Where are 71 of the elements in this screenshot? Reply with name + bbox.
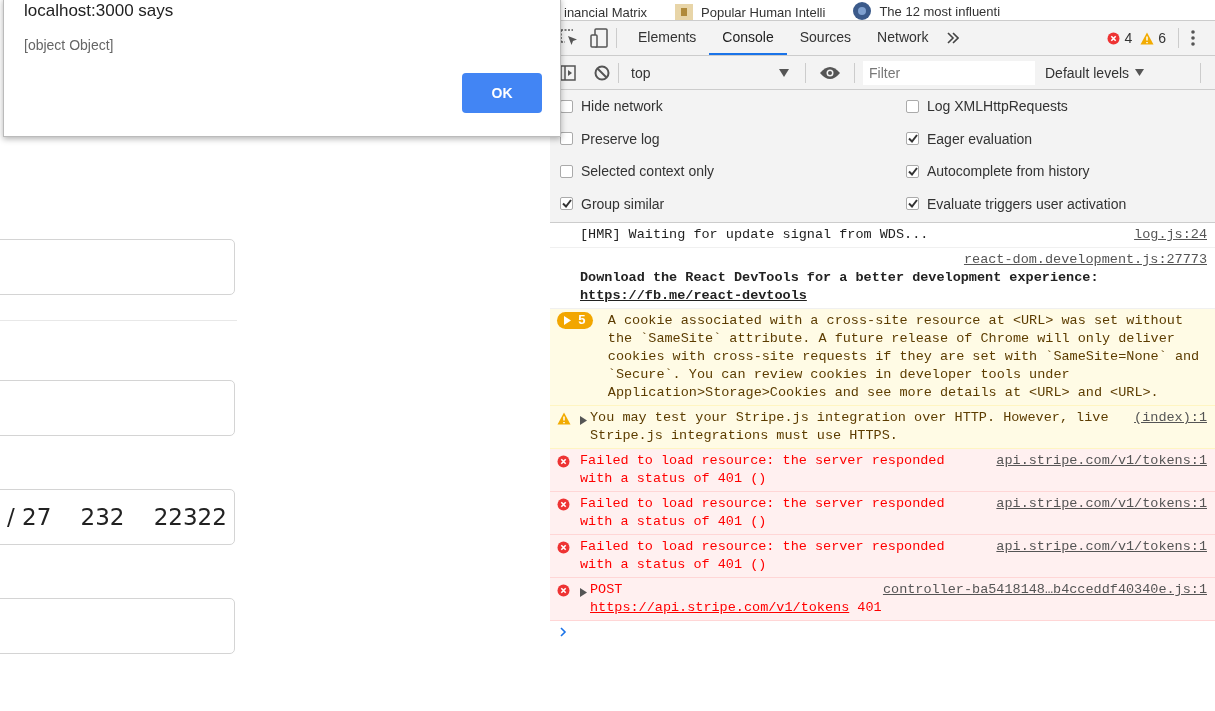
warning-icon xyxy=(557,412,571,425)
warning-icon xyxy=(1140,31,1155,45)
source-link[interactable]: controller-ba5418148…b4cceddf40340e.js:1 xyxy=(882,581,1207,599)
device-toolbar-icon[interactable] xyxy=(590,28,608,48)
more-options-icon[interactable] xyxy=(1191,30,1195,46)
error-icon xyxy=(557,455,570,468)
dropdown-icon[interactable] xyxy=(779,68,789,77)
source-link[interactable]: log.js:24 xyxy=(1134,226,1207,244)
setting-label: Autocomplete from history xyxy=(927,163,1090,180)
error-message: POST https://api.stripe.com/v1/tokens 401 xyxy=(590,582,882,615)
input-field[interactable]: / 27 232 22322 xyxy=(0,489,235,545)
error-icon xyxy=(557,541,570,554)
source-link[interactable]: api.stripe.com/v1/tokens:1 xyxy=(996,495,1207,513)
warning-message: You may test your Stripe.js integration over HTTP. However, live Stripe.js integrations must use HTTPS. xyxy=(590,410,1109,443)
bookmark-icon xyxy=(853,2,872,20)
devtools-tab[interactable]: Sources xyxy=(786,21,865,55)
context-selector[interactable]: top xyxy=(627,64,797,81)
log-message: Download the React DevTools for a better development experience: https://fb.me/react-devtools xyxy=(580,269,1100,305)
error-icon xyxy=(557,584,570,597)
ok-button[interactable]: OK xyxy=(462,73,542,113)
checkbox[interactable] xyxy=(906,197,919,211)
expand-triangle-icon[interactable] xyxy=(580,416,587,425)
checkbox[interactable] xyxy=(560,164,573,178)
clear-console-icon[interactable] xyxy=(594,64,610,81)
checkbox[interactable] xyxy=(906,99,919,113)
log-levels-dropdown[interactable]: Default levels xyxy=(1045,64,1145,81)
error-message: Failed to load resource: the server responded with a status of 401 () xyxy=(580,539,945,572)
filter-field[interactable]: Filter xyxy=(863,60,1035,85)
devtools-tab[interactable]: Network xyxy=(864,21,942,55)
checkbox[interactable] xyxy=(906,164,919,178)
expand-triangle-icon[interactable] xyxy=(580,588,587,597)
inspect-element-icon[interactable] xyxy=(560,29,578,47)
dialog-title: localhost:3000 says xyxy=(24,1,175,21)
setting-label: Log XMLHttpRequests xyxy=(927,98,1068,115)
warning-count[interactable]: 6 xyxy=(1158,30,1166,46)
prompt-icon[interactable] xyxy=(560,627,567,637)
log-message: [HMR] Waiting for update signal from WDS... xyxy=(580,227,929,242)
error-icon xyxy=(557,498,570,511)
setting-label: Selected context only xyxy=(581,163,715,180)
bookmark-icon xyxy=(675,4,694,20)
source-link[interactable]: (index):1 xyxy=(1134,409,1207,427)
input-field[interactable] xyxy=(0,239,235,295)
setting-label: Hide network xyxy=(581,98,663,115)
setting-label: Evaluate triggers user activation xyxy=(927,195,1127,212)
bookmark-link[interactable]: The 12 most influenti xyxy=(879,3,1001,19)
eye-icon[interactable] xyxy=(820,65,840,80)
source-link[interactable]: react-dom.development.js:27773 xyxy=(963,252,1207,267)
setting-label: Group similar xyxy=(581,195,665,212)
error-icon xyxy=(1107,31,1121,45)
input-field[interactable] xyxy=(0,380,235,436)
bookmark-link[interactable]: Popular Human Intelli xyxy=(701,4,826,20)
checkbox[interactable] xyxy=(560,132,573,146)
more-tabs-icon[interactable] xyxy=(947,32,960,44)
devtools-link[interactable]: https://fb.me/react-devtools xyxy=(580,288,807,303)
source-link[interactable]: api.stripe.com/v1/tokens:1 xyxy=(996,538,1207,556)
devtools-tab[interactable]: Elements xyxy=(625,21,710,55)
request-link[interactable]: https://api.stripe.com/v1/tokens xyxy=(590,600,850,615)
sidebar-toggle-icon[interactable] xyxy=(560,64,576,81)
checkbox[interactable] xyxy=(906,132,919,146)
bookmark-link[interactable]: inancial Matrix xyxy=(564,5,648,20)
setting-label: Preserve log xyxy=(581,130,660,147)
dropdown-icon[interactable] xyxy=(1135,69,1145,76)
source-link[interactable]: api.stripe.com/v1/tokens:1 xyxy=(996,452,1207,470)
setting-label: Eager evaluation xyxy=(927,130,1033,147)
error-count[interactable]: 4 xyxy=(1124,30,1133,46)
error-message: Failed to load resource: the server responded with a status of 401 () xyxy=(580,453,945,486)
input-field[interactable] xyxy=(0,598,235,654)
error-message: Failed to load resource: the server responded with a status of 401 () xyxy=(580,496,945,529)
warning-message: A cookie associated with a cross-site resource at <URL> was set without the `SameSite` attribute. A future release of Chrome will only deliver cookies with cross-site requests if they are set with `SameSite=None` and `Secure`. You can review cookies in developer tools under Application>Storage>Cookies and see more details at <URL> and <URL>. xyxy=(607,312,1201,402)
checkbox[interactable] xyxy=(560,197,573,211)
dialog-message: [object Object] xyxy=(24,37,115,53)
